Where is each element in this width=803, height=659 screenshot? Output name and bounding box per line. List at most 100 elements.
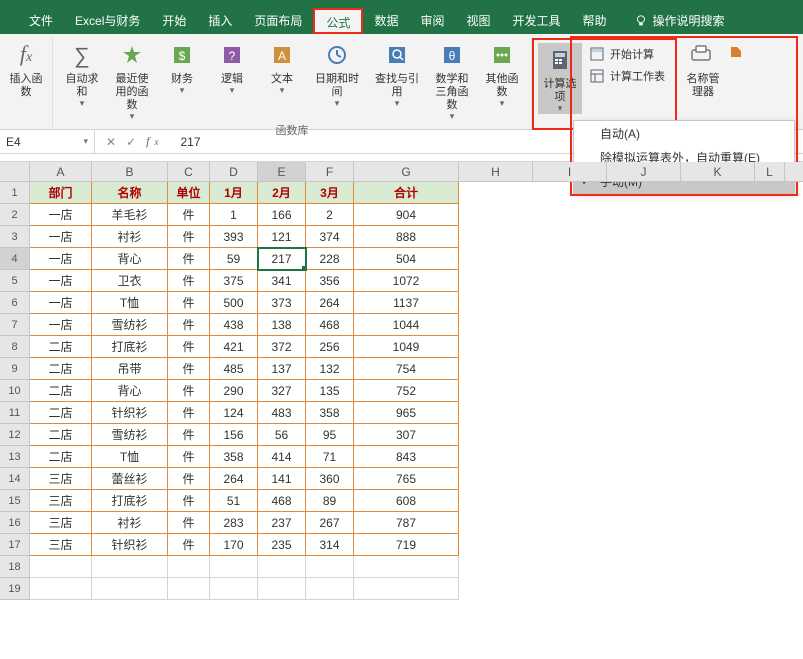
data-cell[interactable]: 166 <box>258 204 306 226</box>
date-time-button[interactable]: 日期和时间 ▾ <box>307 38 367 109</box>
tab-page-layout[interactable]: 页面布局 <box>243 8 313 34</box>
tab-home[interactable]: 开始 <box>151 8 197 34</box>
col-header[interactable]: A <box>30 162 92 181</box>
data-cell[interactable]: 件 <box>168 402 210 424</box>
data-cell[interactable]: 雪纺衫 <box>92 314 168 336</box>
col-header[interactable]: L <box>755 162 785 181</box>
data-cell[interactable]: 468 <box>306 314 354 336</box>
name-box[interactable]: E4 ▾ <box>0 130 95 154</box>
data-cell[interactable]: 56 <box>258 424 306 446</box>
header-cell[interactable]: 2月 <box>258 182 306 204</box>
data-cell[interactable]: 二店 <box>30 402 92 424</box>
data-cell[interactable]: 件 <box>168 204 210 226</box>
data-cell[interactable]: 483 <box>258 402 306 424</box>
header-cell[interactable]: 名称 <box>92 182 168 204</box>
cancel-formula-button[interactable]: ✕ <box>106 135 116 149</box>
worksheet-grid[interactable]: A B C D E F G H I J K L 1 部门 名称 单位 1月 2月… <box>0 162 803 600</box>
data-cell[interactable]: 314 <box>306 534 354 556</box>
col-header[interactable]: H <box>459 162 533 181</box>
calc-menu-auto[interactable]: 自动(A) <box>574 121 794 145</box>
data-cell[interactable]: 雪纺衫 <box>92 424 168 446</box>
data-cell[interactable]: 件 <box>168 446 210 468</box>
data-cell[interactable]: 228 <box>306 248 354 270</box>
data-cell[interactable]: 一店 <box>30 314 92 336</box>
data-cell[interactable]: 235 <box>258 534 306 556</box>
data-cell[interactable]: 719 <box>354 534 459 556</box>
tab-review[interactable]: 审阅 <box>409 8 455 34</box>
accept-formula-button[interactable]: ✓ <box>126 135 136 149</box>
data-cell[interactable]: 375 <box>210 270 258 292</box>
data-cell[interactable]: 一店 <box>30 204 92 226</box>
data-cell[interactable]: 283 <box>210 512 258 534</box>
other-functions-button[interactable]: 其他函数 ▾ <box>477 38 527 109</box>
data-cell[interactable]: 124 <box>210 402 258 424</box>
data-cell[interactable]: 374 <box>306 226 354 248</box>
header-cell[interactable]: 3月 <box>306 182 354 204</box>
row-header[interactable]: 12 <box>0 424 30 446</box>
data-cell[interactable]: 件 <box>168 270 210 292</box>
logical-button[interactable]: ? 逻辑 ▾ <box>207 38 257 96</box>
data-cell[interactable]: 二店 <box>30 358 92 380</box>
tab-developer[interactable]: 开发工具 <box>501 8 571 34</box>
data-cell[interactable]: 264 <box>210 468 258 490</box>
data-cell[interactable]: 156 <box>210 424 258 446</box>
data-cell[interactable]: 754 <box>354 358 459 380</box>
data-cell[interactable]: 1137 <box>354 292 459 314</box>
data-cell[interactable]: 三店 <box>30 512 92 534</box>
data-cell[interactable]: 1 <box>210 204 258 226</box>
data-cell[interactable]: 237 <box>258 512 306 534</box>
data-cell[interactable]: 三店 <box>30 534 92 556</box>
data-cell[interactable]: 背心 <box>92 380 168 402</box>
row-header[interactable]: 17 <box>0 534 30 556</box>
data-cell[interactable]: 二店 <box>30 336 92 358</box>
row-header[interactable]: 10 <box>0 380 30 402</box>
name-manager-button[interactable]: 名称管理器 <box>681 38 725 101</box>
data-cell[interactable]: 787 <box>354 512 459 534</box>
data-cell[interactable]: 752 <box>354 380 459 402</box>
data-cell[interactable]: 965 <box>354 402 459 424</box>
header-cell[interactable]: 1月 <box>210 182 258 204</box>
data-cell[interactable]: 卫衣 <box>92 270 168 292</box>
recent-functions-button[interactable]: 最近使用的函数 ▾ <box>107 38 157 122</box>
data-cell[interactable]: 打底衫 <box>92 490 168 512</box>
data-cell[interactable]: 170 <box>210 534 258 556</box>
data-cell[interactable]: 608 <box>354 490 459 512</box>
row-header[interactable]: 2 <box>0 204 30 226</box>
data-cell[interactable]: 件 <box>168 380 210 402</box>
data-cell[interactable]: 件 <box>168 424 210 446</box>
data-cell[interactable]: 267 <box>306 512 354 534</box>
row-header[interactable]: 11 <box>0 402 30 424</box>
data-cell[interactable]: 904 <box>354 204 459 226</box>
row-header[interactable]: 18 <box>0 556 30 578</box>
col-header[interactable]: B <box>92 162 168 181</box>
data-cell[interactable]: 504 <box>354 248 459 270</box>
data-cell[interactable]: 360 <box>306 468 354 490</box>
row-header[interactable]: 3 <box>0 226 30 248</box>
data-cell[interactable]: 三店 <box>30 468 92 490</box>
col-header[interactable]: C <box>168 162 210 181</box>
define-name-button[interactable] <box>725 42 751 62</box>
data-cell[interactable]: 95 <box>306 424 354 446</box>
data-cell[interactable]: 二店 <box>30 446 92 468</box>
row-header[interactable]: 6 <box>0 292 30 314</box>
row-header[interactable]: 16 <box>0 512 30 534</box>
tellme-search[interactable]: 操作说明搜索 <box>623 8 736 34</box>
select-all-corner[interactable] <box>0 162 30 181</box>
data-cell[interactable]: 141 <box>258 468 306 490</box>
row-header[interactable]: 13 <box>0 446 30 468</box>
data-cell[interactable]: 217 <box>258 248 306 270</box>
data-cell[interactable]: 件 <box>168 534 210 556</box>
data-cell[interactable]: 341 <box>258 270 306 292</box>
math-trig-button[interactable]: θ 数学和三角函数 ▾ <box>427 38 477 122</box>
data-cell[interactable]: 羊毛衫 <box>92 204 168 226</box>
data-cell[interactable]: 438 <box>210 314 258 336</box>
data-cell[interactable]: 一店 <box>30 248 92 270</box>
data-cell[interactable]: 一店 <box>30 270 92 292</box>
data-cell[interactable]: 327 <box>258 380 306 402</box>
header-cell[interactable]: 单位 <box>168 182 210 204</box>
data-cell[interactable]: 针织衫 <box>92 402 168 424</box>
data-cell[interactable]: 吊带 <box>92 358 168 380</box>
data-cell[interactable]: 372 <box>258 336 306 358</box>
data-cell[interactable]: 件 <box>168 512 210 534</box>
tab-help[interactable]: 帮助 <box>572 8 618 34</box>
